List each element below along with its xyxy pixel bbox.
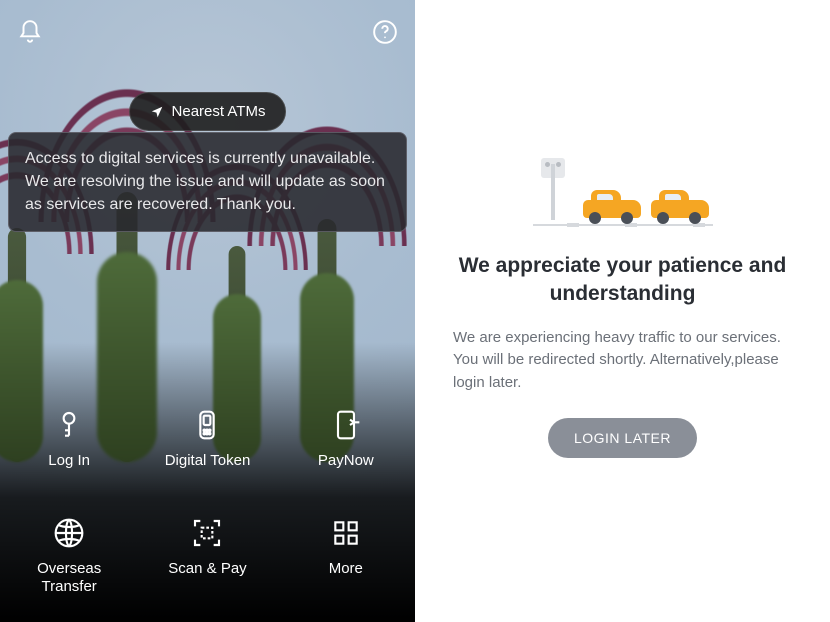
paynow-label: PayNow <box>318 452 374 470</box>
login-later-button[interactable]: LOGIN LATER <box>548 418 697 458</box>
message-body: We are experiencing heavy traffic to our… <box>453 327 792 395</box>
banner-text: Access to digital services is currently … <box>25 150 385 213</box>
location-arrow-icon <box>150 105 164 119</box>
car-icon <box>583 190 641 224</box>
app-home-screen: Nearest ATMs Access to digital services … <box>0 0 415 622</box>
key-icon <box>52 408 86 442</box>
more-button[interactable]: More <box>277 496 415 622</box>
nearest-atms-button[interactable]: Nearest ATMs <box>129 92 287 131</box>
digital-token-button[interactable]: Digital Token <box>138 388 276 496</box>
scan-pay-label: Scan & Pay <box>168 560 246 578</box>
top-bar <box>0 0 415 64</box>
more-grid-icon <box>329 516 363 550</box>
globe-icon <box>52 516 86 550</box>
scan-pay-button[interactable]: Scan & Pay <box>138 496 276 622</box>
message-title: We appreciate your patience and understa… <box>453 252 792 309</box>
help-icon[interactable] <box>371 18 399 46</box>
login-label: Log In <box>48 452 90 470</box>
overseas-label: Overseas Transfer <box>8 560 130 596</box>
nearest-atms-label: Nearest ATMs <box>172 103 266 120</box>
paynow-icon <box>329 408 363 442</box>
heavy-traffic-screen: We appreciate your patience and understa… <box>415 0 830 622</box>
paynow-button[interactable]: PayNow <box>277 388 415 496</box>
quick-actions-grid: Log In Digital Token PayNow Overseas Tra… <box>0 388 415 622</box>
more-label: More <box>329 560 363 578</box>
traffic-illustration <box>533 164 713 234</box>
login-button[interactable]: Log In <box>0 388 138 496</box>
bell-icon[interactable] <box>16 18 44 46</box>
scan-icon <box>190 516 224 550</box>
overseas-transfer-button[interactable]: Overseas Transfer <box>0 496 138 622</box>
digital-token-label: Digital Token <box>165 452 251 470</box>
service-unavailable-banner: Access to digital services is currently … <box>8 132 407 232</box>
car-icon <box>651 190 709 224</box>
token-icon <box>190 408 224 442</box>
